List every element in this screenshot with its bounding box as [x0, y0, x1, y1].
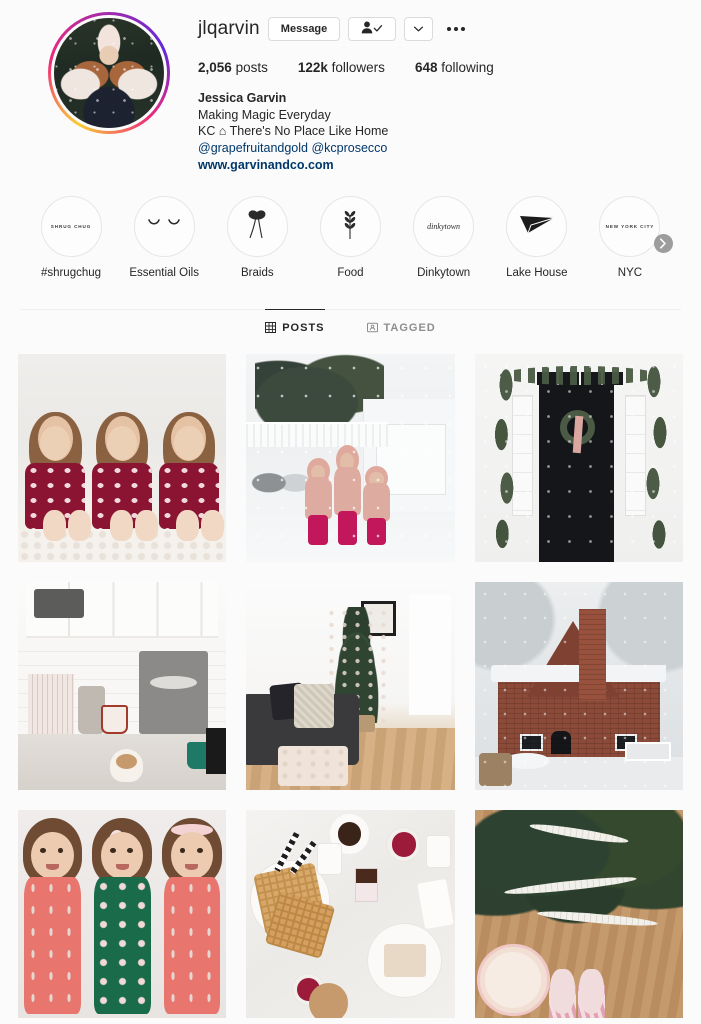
- highlight-shrugchug[interactable]: SHRUG CHUG #shrugchug: [34, 195, 108, 279]
- stat-posts: 2,056 posts: [198, 60, 268, 75]
- tab-posts[interactable]: POSTS: [265, 308, 325, 334]
- bio-line-2: KC ⌂ There's No Place Like Home: [198, 124, 389, 138]
- highlight-dinkytown[interactable]: dinkytown Dinkytown: [407, 195, 481, 279]
- highlight-label: Dinkytown: [417, 266, 471, 279]
- bio-mentions[interactable]: @grapefruitandgold @kcprosecco: [198, 141, 387, 155]
- story-highlights: SHRUG CHUG #shrugchug Essential Oils Bra…: [0, 174, 701, 279]
- tab-posts-label: POSTS: [282, 321, 325, 334]
- post-image-girls-pajamas-top-down: [18, 810, 227, 1019]
- highlight-braids[interactable]: Braids: [220, 195, 294, 279]
- post-thumbnail[interactable]: [474, 810, 683, 1019]
- stat-followers[interactable]: 122k followers: [298, 60, 385, 75]
- post-thumbnail[interactable]: [18, 810, 227, 1019]
- paper-plane-icon: [519, 212, 555, 241]
- avatar[interactable]: [54, 18, 164, 128]
- tab-tagged-label: TAGGED: [383, 321, 436, 334]
- stat-following[interactable]: 648 following: [415, 60, 494, 75]
- highlight-cover: [133, 195, 195, 257]
- story-ring-inner: [51, 15, 167, 131]
- post-thumbnail[interactable]: [246, 353, 455, 562]
- ellipsis-icon: [454, 27, 459, 31]
- post-image-girls-in-snow: [246, 353, 455, 562]
- highlight-cover: SHRUG CHUG: [40, 195, 102, 257]
- highlight-nyc[interactable]: NEW YORK CITY NYC: [593, 195, 673, 279]
- dropdown-button[interactable]: [404, 17, 434, 41]
- post-thumbnail[interactable]: [18, 353, 227, 562]
- avatar-container: [20, 8, 198, 174]
- post-image-brick-house-snow: [474, 581, 683, 791]
- highlight-label: #shrugchug: [40, 266, 102, 279]
- highlight-essential-oils[interactable]: Essential Oils: [127, 195, 201, 279]
- highlight-food[interactable]: Food: [313, 195, 387, 279]
- message-button[interactable]: Message: [267, 17, 341, 41]
- highlight-cover: [226, 195, 288, 257]
- wheat-sprig-icon: [338, 208, 362, 245]
- highlight-cover: NEW YORK CITY: [599, 195, 661, 257]
- username-row: jlqarvin Message: [198, 14, 681, 44]
- text-new-york-city: NEW YORK CITY: [605, 223, 655, 229]
- highlight-lake-house[interactable]: Lake House: [500, 195, 574, 279]
- post-thumbnail[interactable]: [474, 581, 683, 791]
- script-dinkytown: dinkytown: [427, 221, 461, 231]
- highlight-label: NYC: [617, 266, 643, 279]
- ellipsis-icon: [447, 27, 452, 31]
- more-options-button[interactable]: [441, 27, 471, 31]
- highlight-cover: [506, 195, 568, 257]
- text-shrug-chug: SHRUG CHUG: [50, 223, 92, 229]
- full-name: Jessica Garvin: [198, 91, 287, 105]
- highlight-cover: dinkytown: [413, 195, 475, 257]
- highlight-label: Essential Oils: [129, 266, 199, 279]
- highlights-next-button[interactable]: [653, 233, 673, 253]
- grid-icon: [265, 322, 277, 333]
- highlight-label: Braids: [241, 266, 274, 279]
- profile-stats: 2,056 posts 122k followers 648 following: [198, 60, 681, 75]
- person-check-icon: [361, 21, 383, 37]
- highlight-label: Lake House: [506, 266, 568, 279]
- post-thumbnail[interactable]: [246, 581, 455, 791]
- post-image-coffee-bar: [18, 581, 227, 791]
- chevron-right-icon: [659, 237, 667, 249]
- closed-eyes-icon: [147, 217, 181, 235]
- following-button[interactable]: [348, 17, 397, 41]
- post-image-black-door-wreath: [474, 353, 683, 562]
- profile-bio: Jessica Garvin Making Magic Everyday KC …: [198, 90, 681, 174]
- instagram-profile-page: jlqarvin Message 2,056 posts 122k follow…: [0, 0, 701, 1024]
- post-image-living-room-christmas-tree: [246, 581, 455, 791]
- braid-bow-icon: [242, 207, 272, 246]
- chevron-down-icon: [414, 23, 424, 35]
- profile-header: jlqarvin Message 2,056 posts 122k follow…: [0, 0, 701, 174]
- bio-line-1: Making Magic Everyday: [198, 107, 331, 122]
- highlight-label: Food: [337, 266, 364, 279]
- post-thumbnail[interactable]: [18, 581, 227, 791]
- highlight-cover: [319, 195, 381, 257]
- username: jlqarvin: [198, 18, 260, 39]
- profile-tabs: POSTS TAGGED: [20, 308, 681, 334]
- post-thumbnail[interactable]: [474, 353, 683, 562]
- tab-tagged[interactable]: TAGGED: [366, 309, 436, 334]
- profile-info: jlqarvin Message 2,056 posts 122k follow…: [198, 8, 681, 174]
- bio-website-link[interactable]: www.garvinandco.com: [198, 157, 681, 174]
- tag-person-icon: [366, 322, 378, 333]
- post-image-three-girls-maroon-pajamas: [18, 353, 227, 562]
- post-thumbnail[interactable]: [246, 810, 455, 1019]
- posts-grid: [0, 334, 701, 1019]
- story-ring[interactable]: [48, 12, 170, 134]
- ellipsis-icon: [461, 27, 466, 31]
- post-image-tree-top-down-feet: [474, 810, 683, 1019]
- post-image-waffle-flatlay: [246, 810, 455, 1019]
